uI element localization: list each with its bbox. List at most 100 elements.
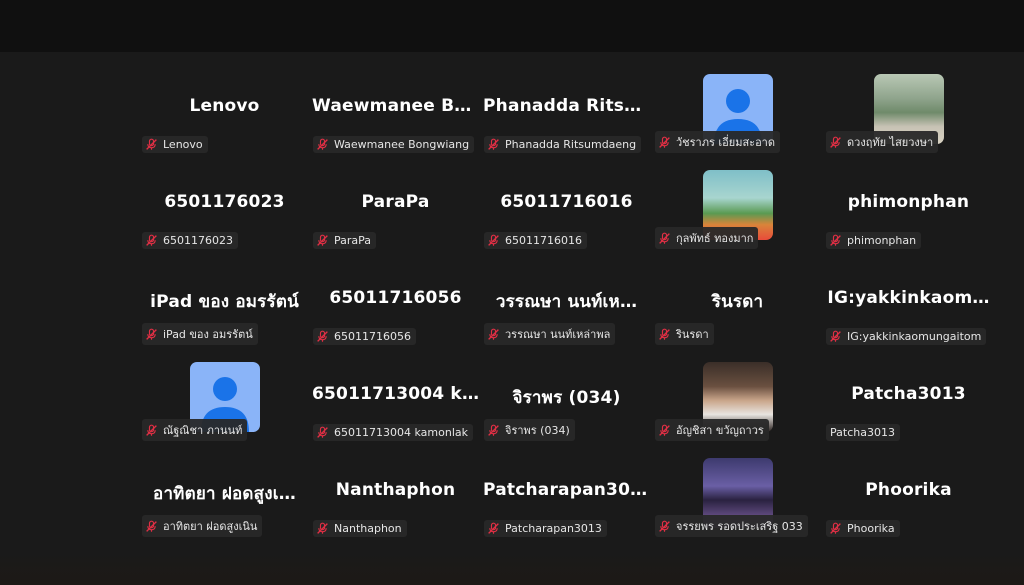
participant-tile[interactable]: อาทิตยา ฝอดสูงเ… อาทิตยา ฝอดสูงเนิน <box>139 444 310 540</box>
participant-display-name: Patcha3013 <box>851 384 966 404</box>
participant-display-name: IG:yakkinkaom… <box>827 288 990 308</box>
participant-tile[interactable]: กุลพัทธ์ ทองมาก <box>652 156 823 252</box>
participant-tile[interactable]: จิราพร (034) จิราพร (034) <box>481 348 652 444</box>
participant-name-label: วรรณษา นนท์เหล่าพล <box>505 328 611 341</box>
mic-off-icon <box>317 330 328 342</box>
participant-name-tag: วัชราภร เอี่ยมสะอาด <box>655 131 780 153</box>
participant-tile[interactable]: iPad ของ อมรรัตน์ iPad ของ อมรรัตน์ <box>139 252 310 348</box>
participant-tile[interactable]: จรรยพร รอดประเสริฐ 033 <box>652 444 823 540</box>
mic-off-icon <box>146 328 157 340</box>
participant-display-name: 65011716056 <box>329 288 462 308</box>
participant-tile[interactable]: 6501176023 6501176023 <box>139 156 310 252</box>
participant-name-label: Phoorika <box>847 522 895 535</box>
mic-off-icon <box>659 424 670 436</box>
participant-tile[interactable]: ดวงฤทัย ไสยวงษา <box>823 60 994 156</box>
top-bar <box>0 0 1024 52</box>
bottom-toolbar-area <box>0 551 1024 585</box>
participant-name-tag: Nanthaphon <box>313 520 407 537</box>
mic-off-icon <box>659 136 670 148</box>
mic-off-icon <box>317 522 328 534</box>
participant-name-label: iPad ของ อมรรัตน์ <box>163 328 253 341</box>
mic-off-icon <box>488 424 499 436</box>
participant-tile[interactable]: Patcha3013 Patcha3013 <box>823 348 994 444</box>
mic-off-icon <box>659 328 670 340</box>
participant-tile[interactable]: วรรณษา นนท์เห… วรรณษา นนท์เหล่าพล <box>481 252 652 348</box>
participant-name-label: 65011716056 <box>334 330 411 343</box>
participant-tile[interactable]: Lenovo Lenovo <box>139 60 310 156</box>
participant-grid: Lenovo Lenovo Waewmanee Bo… Waewmanee Bon… <box>139 60 994 540</box>
mic-off-icon <box>317 426 328 438</box>
participant-name-label: จรรยพร รอดประเสริฐ 033 <box>676 520 803 533</box>
participant-tile[interactable]: 65011716056 65011716056 <box>310 252 481 348</box>
participant-name-tag: ณัฐณิชา ภานนท์ <box>142 419 248 441</box>
participant-name-label: รินรดา <box>676 328 709 341</box>
participant-tile[interactable]: phimonphan phimonphan <box>823 156 994 252</box>
participant-display-name: ParaPa <box>361 192 430 212</box>
participant-tile[interactable]: วัชราภร เอี่ยมสะอาด <box>652 60 823 156</box>
participant-name-label: ดวงฤทัย ไสยวงษา <box>847 136 934 149</box>
participant-display-name: Patcharapan3013 <box>483 480 652 500</box>
participant-display-name: 6501176023 <box>164 192 285 212</box>
participant-name-tag: iPad ของ อมรรัตน์ <box>142 323 258 345</box>
participant-name-label: จิราพร (034) <box>505 424 570 437</box>
mic-off-icon <box>317 234 328 246</box>
mic-off-icon <box>488 138 499 150</box>
participant-tile[interactable]: IG:yakkinkaom… IG:yakkinkaomungaitom <box>823 252 994 348</box>
mic-off-icon <box>317 138 328 150</box>
participant-name-label: phimonphan <box>847 234 917 247</box>
mic-off-icon <box>830 136 841 148</box>
participant-name-label: ParaPa <box>334 234 372 247</box>
participant-name-tag: IG:yakkinkaomungaitom <box>826 328 987 345</box>
participant-name-label: Lenovo <box>163 138 203 151</box>
participant-tile[interactable]: 65011716016 65011716016 <box>481 156 652 252</box>
participant-name-tag: ParaPa <box>313 232 377 249</box>
participant-name-label: Nanthaphon <box>334 522 402 535</box>
participant-tile[interactable]: รินรดา รินรดา <box>652 252 823 348</box>
participant-name-tag: Patcha3013 <box>826 424 900 441</box>
participant-name-label: 65011713004 kamonlak <box>334 426 468 439</box>
participant-name-label: กุลพัทธ์ ทองมาก <box>676 232 754 245</box>
participant-tile[interactable]: Nanthaphon Nanthaphon <box>310 444 481 540</box>
participant-tile[interactable]: Patcharapan3013 Patcharapan3013 <box>481 444 652 540</box>
participant-tile[interactable]: Waewmanee Bo… Waewmanee Bongwiang <box>310 60 481 156</box>
participant-display-name: จิราพร (034) <box>512 388 621 408</box>
participant-tile[interactable]: ParaPa ParaPa <box>310 156 481 252</box>
participant-name-tag: 65011713004 kamonlak <box>313 424 473 441</box>
mic-off-icon <box>146 234 157 246</box>
participant-name-tag: 65011716016 <box>484 232 587 249</box>
participant-display-name: Phoorika <box>865 480 952 500</box>
participant-name-tag: รินรดา <box>655 323 714 345</box>
mic-off-icon <box>488 234 499 246</box>
participant-display-name: Waewmanee Bo… <box>312 96 481 116</box>
mic-off-icon <box>488 522 499 534</box>
participant-tile[interactable]: อัญชิสา ขวัญถาวร <box>652 348 823 444</box>
participant-name-tag: 6501176023 <box>142 232 238 249</box>
participant-tile[interactable]: Phoorika Phoorika <box>823 444 994 540</box>
participant-name-tag: Lenovo <box>142 136 208 153</box>
participant-name-label: 65011716016 <box>505 234 582 247</box>
mic-off-icon <box>830 330 841 342</box>
participant-name-tag: Waewmanee Bongwiang <box>313 136 475 153</box>
mic-off-icon <box>488 328 499 340</box>
participant-name-tag: ดวงฤทัย ไสยวงษา <box>826 131 939 153</box>
participant-name-label: อาทิตยา ฝอดสูงเนิน <box>163 520 258 533</box>
participant-name-tag: Patcharapan3013 <box>484 520 607 537</box>
participant-tile[interactable]: ณัฐณิชา ภานนท์ <box>139 348 310 444</box>
participant-name-tag: 65011716056 <box>313 328 416 345</box>
participant-name-tag: Phoorika <box>826 520 900 537</box>
participant-name-label: ณัฐณิชา ภานนท์ <box>163 424 243 437</box>
participant-tile[interactable]: Phanadda Ritsu… Phanadda Ritsumdaeng <box>481 60 652 156</box>
participant-name-label: วัชราภร เอี่ยมสะอาด <box>676 136 775 149</box>
participant-name-label: IG:yakkinkaomungaitom <box>847 330 982 343</box>
mic-off-icon <box>659 232 670 244</box>
participant-tile[interactable]: 65011713004 k… 65011713004 kamonlak <box>310 348 481 444</box>
participant-name-tag: อัญชิสา ขวัญถาวร <box>655 419 769 441</box>
participant-display-name: 65011716016 <box>500 192 633 212</box>
participant-display-name: 65011713004 k… <box>312 384 480 404</box>
participant-display-name: phimonphan <box>847 192 970 212</box>
participant-name-tag: อาทิตยา ฝอดสูงเนิน <box>142 515 263 537</box>
mic-off-icon <box>830 522 841 534</box>
participant-name-tag: จรรยพร รอดประเสริฐ 033 <box>655 515 808 537</box>
mic-off-icon <box>146 520 157 532</box>
participant-name-tag: วรรณษา นนท์เหล่าพล <box>484 323 616 345</box>
